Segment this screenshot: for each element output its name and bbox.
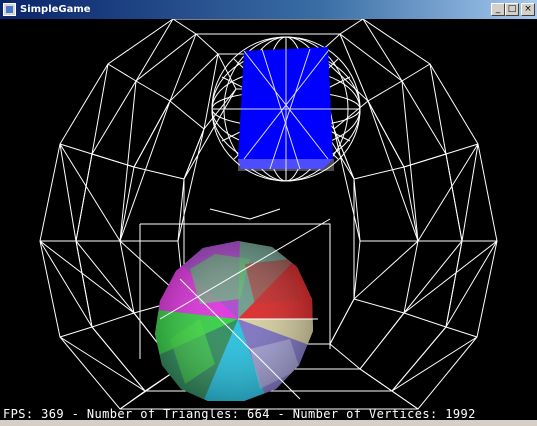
blue-box bbox=[238, 37, 334, 181]
fps-label: FPS: bbox=[3, 407, 42, 421]
scene-canvas bbox=[39, 19, 498, 410]
vertices-label: Number of Vertices: bbox=[292, 407, 446, 421]
game-viewport[interactable] bbox=[0, 19, 537, 420]
hud-separator: - bbox=[269, 407, 293, 421]
window-bottom-border bbox=[0, 420, 537, 426]
vertices-value: 1992 bbox=[445, 407, 476, 421]
window-title: SimpleGame bbox=[20, 4, 91, 15]
hud-separator: - bbox=[64, 407, 87, 421]
close-button[interactable]: × bbox=[521, 3, 535, 16]
maximize-button[interactable]: □ bbox=[505, 3, 519, 16]
triangles-label: Number of Triangles: bbox=[86, 407, 247, 421]
triangles-value: 664 bbox=[247, 407, 270, 421]
stats-hud: FPS: 369 - Number of Triangles: 664 - Nu… bbox=[3, 407, 476, 421]
title-bar[interactable]: SimpleGame _ □ × bbox=[0, 0, 537, 19]
fps-value: 369 bbox=[41, 407, 64, 421]
app-icon[interactable] bbox=[3, 3, 16, 16]
vertex-colored-sphere bbox=[155, 241, 313, 401]
minimize-button[interactable]: _ bbox=[491, 3, 505, 16]
